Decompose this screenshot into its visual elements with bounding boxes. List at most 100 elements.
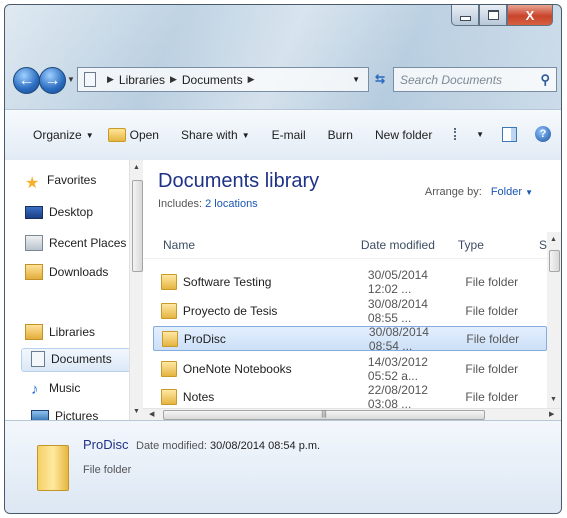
- libraries-icon: [25, 324, 43, 340]
- file-list-scrollbar[interactable]: ▲ ▼: [547, 232, 561, 408]
- scroll-right-icon[interactable]: ▶: [549, 410, 554, 418]
- organize-button[interactable]: Organize ▼: [33, 128, 94, 142]
- nav-scroll-thumb[interactable]: [132, 180, 143, 272]
- explorer-window: X ← → ▼ ▶ Libraries ▶ Documents ▶ ▼ ⇆ Se…: [4, 4, 562, 514]
- forward-button[interactable]: →: [39, 67, 66, 94]
- pictures-icon: [31, 409, 49, 420]
- arrange-by-value: Folder: [490, 186, 523, 198]
- library-icon: [84, 72, 96, 87]
- nav-music-label: Music: [49, 381, 81, 395]
- locations-link[interactable]: 2 locations: [205, 198, 258, 210]
- column-header-type[interactable]: Type: [458, 238, 539, 252]
- chevron-down-icon: ▼: [525, 188, 533, 197]
- view-options-icon[interactable]: [454, 128, 472, 140]
- nav-desktop[interactable]: Desktop: [25, 202, 93, 222]
- details-pane: ProDisc Date modified: 30/08/2014 08:54 …: [5, 420, 561, 513]
- folder-icon: [161, 273, 177, 290]
- file-row[interactable]: Proyecto de Tesis 30/08/2014 08:55 ... F…: [153, 297, 545, 325]
- toolbar-right: ▼ ?: [454, 126, 551, 142]
- help-icon[interactable]: ?: [535, 126, 551, 142]
- chevron-right-icon[interactable]: ▶: [248, 74, 255, 85]
- breadcrumb-documents[interactable]: Documents: [182, 73, 243, 87]
- search-box[interactable]: Search Documents ⚲: [393, 67, 557, 92]
- nav-pictures-label: Pictures: [55, 409, 99, 420]
- details-item-name: ProDisc: [83, 437, 129, 452]
- maximize-icon: [487, 10, 499, 20]
- nav-favorites[interactable]: ★ Favorites: [25, 170, 96, 192]
- nav-pictures[interactable]: Pictures: [31, 406, 98, 420]
- nav-recent-places[interactable]: Recent Places: [25, 233, 126, 253]
- file-list-pane: Documents library Includes: 2 locations …: [143, 160, 561, 421]
- recent-places-icon: [25, 235, 43, 251]
- scroll-down-icon[interactable]: ▼: [133, 408, 140, 415]
- file-row[interactable]: Notes 22/08/2012 03:08 ... File folder: [153, 382, 545, 411]
- column-header-date[interactable]: Date modified: [361, 238, 452, 252]
- horizontal-scroll-thumb[interactable]: |||: [163, 410, 485, 420]
- nav-downloads-label: Downloads: [49, 265, 109, 279]
- preview-pane-icon[interactable]: [502, 126, 517, 142]
- navigation-pane: ★ Favorites Desktop Recent Places Downlo…: [5, 160, 143, 420]
- burn-button[interactable]: Burn: [328, 128, 353, 142]
- minimize-button[interactable]: [451, 5, 479, 26]
- nav-documents[interactable]: Documents: [31, 349, 112, 369]
- includes-label: Includes:: [158, 198, 203, 210]
- chevron-down-icon[interactable]: ▼: [476, 130, 484, 139]
- chevron-down-icon: ▼: [85, 130, 94, 140]
- scroll-up-icon[interactable]: ▲: [550, 236, 557, 243]
- window-controls: X: [451, 5, 553, 26]
- breadcrumb-libraries[interactable]: Libraries: [119, 73, 165, 87]
- folder-icon: [161, 388, 177, 405]
- details-item-type: File folder: [83, 464, 132, 476]
- file-type: File folder: [465, 361, 519, 376]
- refresh-button[interactable]: ⇆: [370, 67, 390, 90]
- open-button[interactable]: Open: [107, 128, 159, 142]
- file-type: File folder: [466, 331, 520, 346]
- downloads-folder-icon: [25, 264, 43, 280]
- nav-music[interactable]: ♪ Music: [31, 378, 80, 398]
- nav-scrollbar[interactable]: ▲ ▼: [129, 160, 144, 420]
- column-header-size[interactable]: S: [539, 238, 547, 252]
- nav-desktop-label: Desktop: [49, 205, 94, 219]
- nav-recent-places-label: Recent Places: [49, 236, 127, 250]
- file-type: File folder: [465, 389, 519, 404]
- close-button[interactable]: X: [507, 5, 553, 26]
- arrange-by: Arrange by: Folder ▼: [425, 186, 533, 198]
- arrange-by-dropdown[interactable]: Folder ▼: [491, 186, 533, 198]
- nav-downloads[interactable]: Downloads: [25, 262, 108, 282]
- nav-libraries-label: Libraries: [49, 325, 96, 339]
- file-date: 22/08/2012 03:08 ...: [367, 382, 428, 411]
- column-header-name[interactable]: Name: [163, 238, 361, 252]
- address-bar[interactable]: ▶ Libraries ▶ Documents ▶ ▼: [77, 67, 369, 92]
- address-history-dropdown-icon[interactable]: ▼: [352, 75, 360, 84]
- file-date: 30/05/2014 12:02 ...: [367, 267, 428, 296]
- email-button[interactable]: E-mail: [272, 128, 306, 142]
- minimize-icon: [459, 15, 471, 21]
- folder-icon: [37, 445, 69, 491]
- column-headers: Name Date modified Type S: [143, 232, 547, 259]
- scroll-up-icon[interactable]: ▲: [133, 164, 140, 171]
- file-name: Proyecto de Tesis: [182, 303, 278, 318]
- search-input[interactable]: Search Documents: [400, 73, 540, 87]
- music-icon: ♪: [31, 381, 39, 398]
- file-name: OneNote Notebooks: [182, 361, 292, 376]
- nav-libraries[interactable]: Libraries: [25, 322, 95, 342]
- arrange-by-label: Arrange by:: [424, 186, 482, 198]
- desktop-icon: [25, 205, 43, 219]
- back-button[interactable]: ←: [13, 67, 40, 94]
- organize-label: Organize: [33, 128, 82, 142]
- file-row[interactable]: OneNote Notebooks 14/03/2012 05:52 a... …: [153, 355, 545, 383]
- new-folder-button[interactable]: New folder: [375, 128, 432, 142]
- chevron-right-icon[interactable]: ▶: [170, 74, 177, 85]
- chevron-right-icon[interactable]: ▶: [107, 74, 114, 85]
- folder-icon: [162, 330, 178, 347]
- share-with-button[interactable]: Share with ▼: [181, 128, 250, 142]
- file-row[interactable]: Software Testing 30/05/2014 12:02 ... Fi…: [153, 267, 545, 296]
- search-icon[interactable]: ⚲: [540, 72, 550, 88]
- file-list-scroll-thumb[interactable]: [549, 250, 560, 272]
- maximize-button[interactable]: [479, 5, 507, 26]
- folder-icon: [107, 128, 126, 142]
- file-row-selected[interactable]: ProDisc 30/08/2014 08:54 ... File folder: [153, 325, 547, 353]
- scroll-down-icon[interactable]: ▼: [550, 396, 557, 403]
- scroll-left-icon[interactable]: ◀: [149, 410, 154, 418]
- recent-pages-dropdown-icon[interactable]: ▼: [67, 75, 75, 84]
